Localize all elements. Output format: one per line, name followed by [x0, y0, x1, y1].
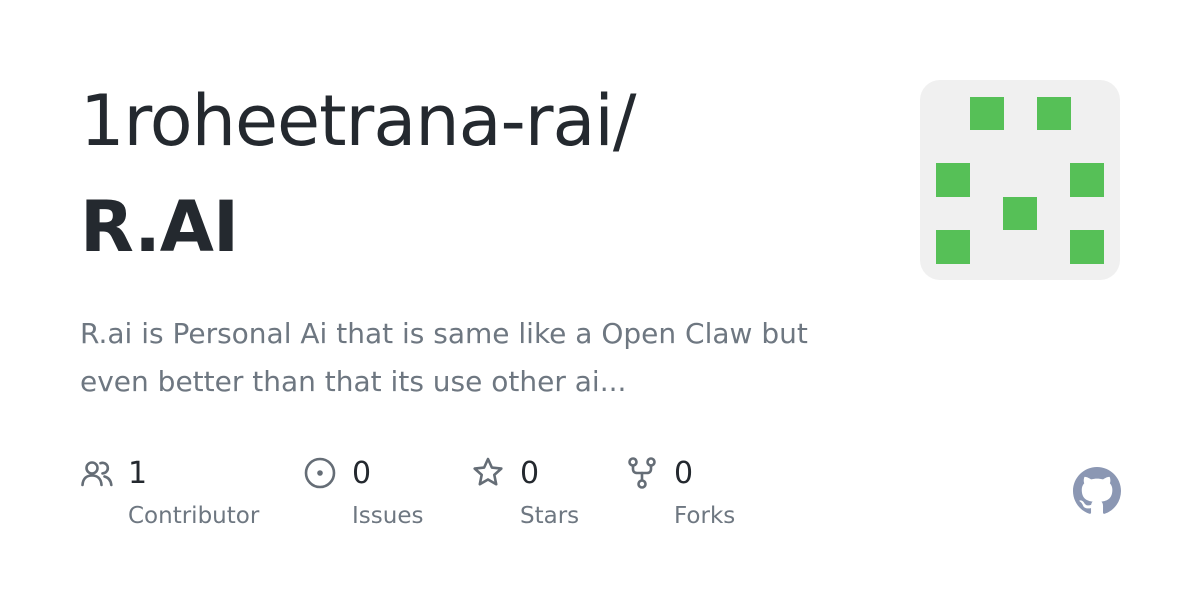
identicon-icon	[936, 97, 1104, 264]
github-icon[interactable]	[1073, 467, 1121, 515]
repo-description-line-2: even better than that its use other ai..…	[80, 365, 627, 398]
forks-count: 0	[674, 456, 694, 491]
repo-owner: 1roheetrana-rai/	[80, 80, 636, 162]
issue-icon	[304, 457, 336, 489]
people-icon	[81, 461, 113, 487]
repo-description: R.ai is Personal Ai that is same like a …	[80, 310, 880, 406]
contributors-count: 1	[128, 456, 148, 491]
stars-label: Stars	[520, 503, 580, 529]
issues-count: 0	[352, 456, 372, 491]
star-icon	[473, 457, 503, 486]
repo-name: R.AI	[80, 186, 239, 268]
fork-icon	[628, 457, 656, 489]
stars-count: 0	[520, 456, 540, 491]
forks-label: Forks	[674, 503, 736, 529]
owner-avatar	[920, 80, 1120, 280]
contributors-label: Contributor	[128, 503, 260, 529]
repo-description-line-1: R.ai is Personal Ai that is same like a …	[80, 317, 808, 350]
issues-label: Issues	[352, 503, 424, 529]
